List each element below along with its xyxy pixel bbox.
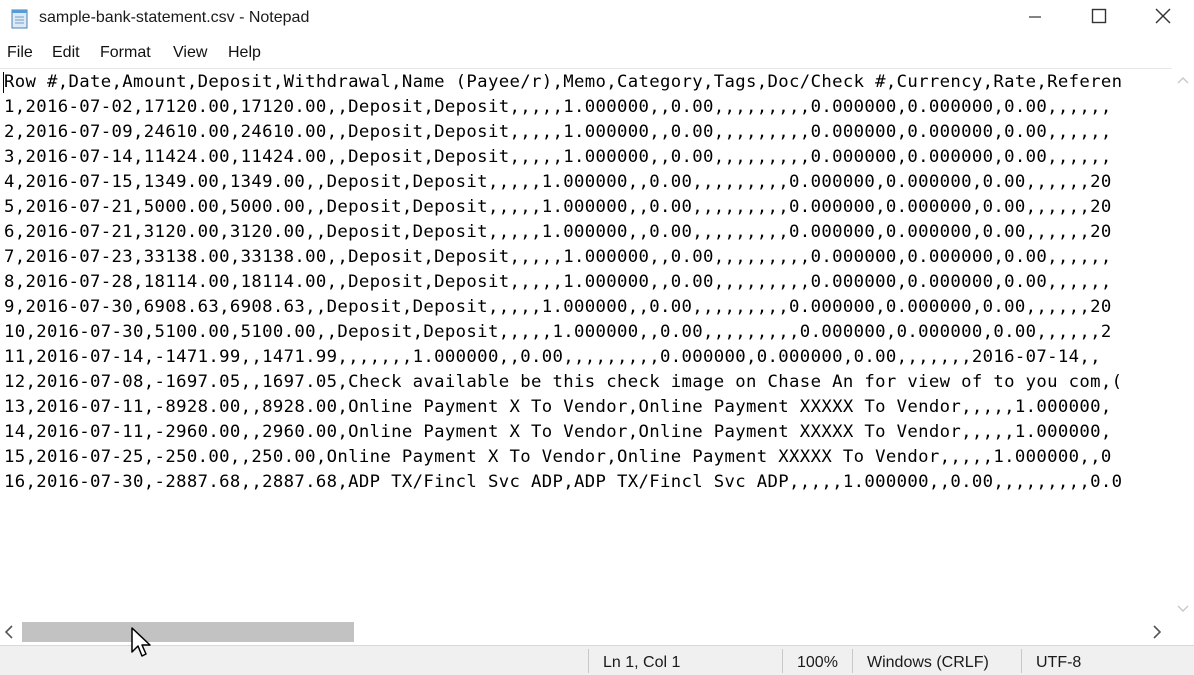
text-line: 2,2016-07-09,24610.00,24610.00,,Deposit,… (4, 122, 1112, 142)
close-icon (1155, 8, 1171, 29)
text-line: 16,2016-07-30,-2887.68,,2887.68,ADP TX/F… (4, 472, 1123, 492)
menu-format[interactable]: Format (100, 44, 151, 62)
text-line: 12,2016-07-08,-1697.05,,1697.05,Check av… (4, 372, 1123, 392)
window-title: sample-bank-statement.csv - Notepad (39, 9, 310, 26)
status-bar: Ln 1, Col 1 100% Windows (CRLF) UTF-8 (0, 645, 1194, 675)
menu-view[interactable]: View (173, 44, 207, 62)
text-line: 13,2016-07-11,-8928.00,,8928.00,Online P… (4, 397, 1112, 417)
scroll-up-icon[interactable] (1177, 72, 1189, 90)
text-line: 3,2016-07-14,11424.00,11424.00,,Deposit,… (4, 147, 1112, 167)
text-line: 14,2016-07-11,-2960.00,,2960.00,Online P… (4, 422, 1112, 442)
mouse-pointer-icon (131, 627, 153, 664)
status-divider (1021, 649, 1022, 673)
text-line: 11,2016-07-14,-1471.99,,1471.99,,,,,,,1.… (4, 347, 1101, 367)
text-line: Row #,Date,Amount,Deposit,Withdrawal,Nam… (4, 72, 1123, 92)
minimize-button[interactable] (1006, 0, 1064, 36)
text-line: 8,2016-07-28,18114.00,18114.00,,Deposit,… (4, 272, 1112, 292)
minimize-icon (1028, 9, 1042, 28)
menu-edit[interactable]: Edit (52, 44, 80, 62)
maximize-button[interactable] (1070, 0, 1128, 36)
text-line: 7,2016-07-23,33138.00,33138.00,,Deposit,… (4, 247, 1112, 267)
text-line: 10,2016-07-30,5100.00,5100.00,,Deposit,D… (4, 322, 1112, 342)
text-line: 1,2016-07-02,17120.00,17120.00,,Deposit,… (4, 97, 1112, 117)
close-button[interactable] (1134, 0, 1192, 36)
title-bar: sample-bank-statement.csv - Notepad (0, 0, 1194, 38)
text-line: 9,2016-07-30,6908.63,6908.63,,Deposit,De… (4, 297, 1112, 317)
menu-bar: File Edit Format View Help (0, 38, 1194, 68)
text-line: 6,2016-07-21,3120.00,3120.00,,Deposit,De… (4, 222, 1112, 242)
text-editor[interactable]: Row #,Date,Amount,Deposit,Withdrawal,Nam… (0, 68, 1172, 619)
status-divider (852, 649, 853, 673)
menu-file[interactable]: File (7, 44, 33, 62)
text-line: 5,2016-07-21,5000.00,5000.00,,Deposit,De… (4, 197, 1112, 217)
scroll-left-icon[interactable] (4, 625, 14, 644)
scroll-down-icon[interactable] (1177, 601, 1189, 619)
menu-help[interactable]: Help (228, 44, 261, 62)
zoom-level: 100% (797, 654, 838, 671)
maximize-icon (1091, 8, 1107, 29)
horizontal-scroll-thumb[interactable] (22, 622, 354, 642)
status-divider (588, 649, 589, 673)
horizontal-scrollbar[interactable] (0, 619, 1172, 645)
cursor-position: Ln 1, Col 1 (603, 654, 681, 671)
vertical-scrollbar[interactable] (1172, 68, 1194, 619)
notepad-icon (10, 8, 30, 29)
encoding: UTF-8 (1036, 654, 1082, 671)
line-endings: Windows (CRLF) (867, 654, 989, 671)
status-divider (782, 649, 783, 673)
scroll-right-icon[interactable] (1152, 625, 1162, 644)
text-line: 15,2016-07-25,-250.00,,250.00,Online Pay… (4, 447, 1112, 467)
text-line: 4,2016-07-15,1349.00,1349.00,,Deposit,De… (4, 172, 1112, 192)
